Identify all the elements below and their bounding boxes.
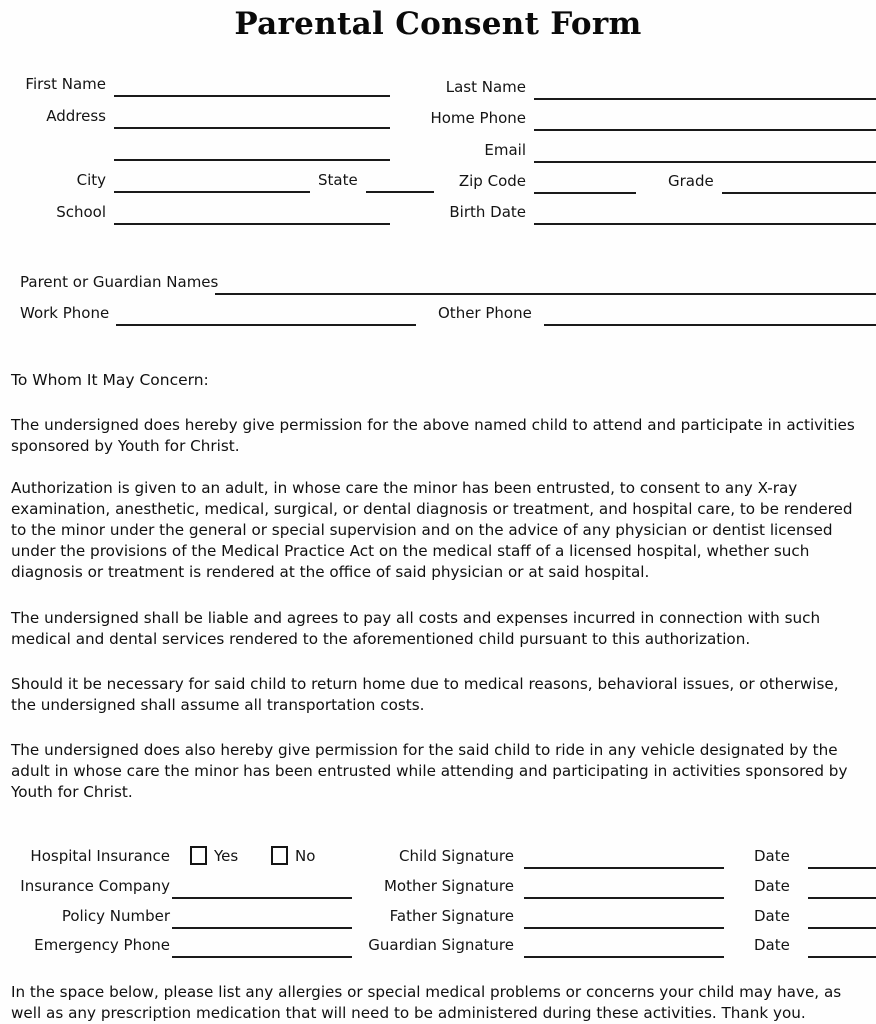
guardian-signature-input[interactable]	[524, 956, 724, 958]
first-name-input[interactable]	[114, 95, 390, 97]
grade-label: Grade	[668, 172, 714, 190]
last-name-label: Last Name	[445, 78, 526, 96]
salutation: To Whom It May Concern:	[11, 371, 209, 389]
consent-form-page: Parental Consent Form First Name Address…	[0, 0, 876, 1024]
mother-signature-label: Mother Signature	[383, 877, 514, 895]
address-label: Address	[46, 107, 106, 125]
zip-code-label: Zip Code	[458, 172, 526, 190]
allergies-instruction-text: In the space below, please list any alle…	[11, 983, 842, 1022]
insurance-company-label: Insurance Company	[20, 877, 170, 895]
insurance-company-input[interactable]	[172, 897, 352, 899]
home-phone-label: Home Phone	[430, 109, 526, 127]
child-signature-label: Child Signature	[399, 847, 514, 865]
other-phone-label: Other Phone	[438, 304, 532, 322]
father-signature-input[interactable]	[524, 927, 724, 929]
mother-signature-input[interactable]	[524, 897, 724, 899]
page-title: Parental Consent Form	[234, 6, 642, 42]
work-phone-input[interactable]	[116, 324, 416, 326]
consent-paragraph-5: The undersigned does also hereby give pe…	[11, 741, 848, 801]
mother-signature-date-input[interactable]	[808, 897, 876, 899]
emergency-phone-label: Emergency Phone	[34, 936, 170, 954]
email-input[interactable]	[534, 161, 876, 163]
consent-paragraph-1: The undersigned does hereby give permiss…	[11, 416, 855, 455]
policy-number-input[interactable]	[172, 927, 352, 929]
birth-date-label: Birth Date	[449, 203, 526, 221]
guardian-signature-date-label: Date	[754, 936, 790, 954]
last-name-input[interactable]	[534, 98, 876, 100]
email-label: Email	[484, 141, 526, 159]
state-label: State	[318, 171, 358, 189]
city-input[interactable]	[114, 191, 310, 193]
policy-number-label: Policy Number	[61, 907, 170, 925]
child-signature-date-label: Date	[754, 847, 790, 865]
first-name-label: First Name	[25, 75, 106, 93]
city-label: City	[76, 171, 106, 189]
address-line-2-input[interactable]	[114, 159, 390, 161]
guardian-signature-label: Guardian Signature	[368, 936, 514, 954]
state-input[interactable]	[366, 191, 434, 193]
father-signature-date-label: Date	[754, 907, 790, 925]
hospital-insurance-no-checkbox[interactable]	[271, 846, 288, 865]
other-phone-input[interactable]	[544, 324, 876, 326]
father-signature-date-input[interactable]	[808, 927, 876, 929]
mother-signature-date-label: Date	[754, 877, 790, 895]
hospital-insurance-yes-label: Yes	[214, 847, 239, 865]
consent-paragraph-4: Should it be necessary for said child to…	[11, 675, 839, 714]
parent-guardian-names-input[interactable]	[215, 293, 876, 295]
home-phone-input[interactable]	[534, 129, 876, 131]
hospital-insurance-yes-checkbox[interactable]	[190, 846, 207, 865]
zip-code-input[interactable]	[534, 192, 636, 194]
work-phone-label: Work Phone	[20, 304, 110, 322]
grade-input[interactable]	[722, 192, 876, 194]
birth-date-input[interactable]	[534, 223, 876, 225]
parent-guardian-names-label: Parent or Guardian Names	[20, 273, 219, 291]
consent-paragraph-2: Authorization is given to an adult, in w…	[11, 479, 853, 581]
child-signature-input[interactable]	[524, 867, 724, 869]
guardian-signature-date-input[interactable]	[808, 956, 876, 958]
consent-paragraph-3: The undersigned shall be liable and agre…	[11, 609, 821, 648]
hospital-insurance-no-label: No	[295, 847, 316, 865]
father-signature-label: Father Signature	[389, 907, 514, 925]
school-input[interactable]	[114, 223, 390, 225]
address-input[interactable]	[114, 127, 390, 129]
child-signature-date-input[interactable]	[808, 867, 876, 869]
school-label: School	[56, 203, 106, 221]
hospital-insurance-label: Hospital Insurance	[30, 847, 170, 865]
emergency-phone-input[interactable]	[172, 956, 352, 958]
